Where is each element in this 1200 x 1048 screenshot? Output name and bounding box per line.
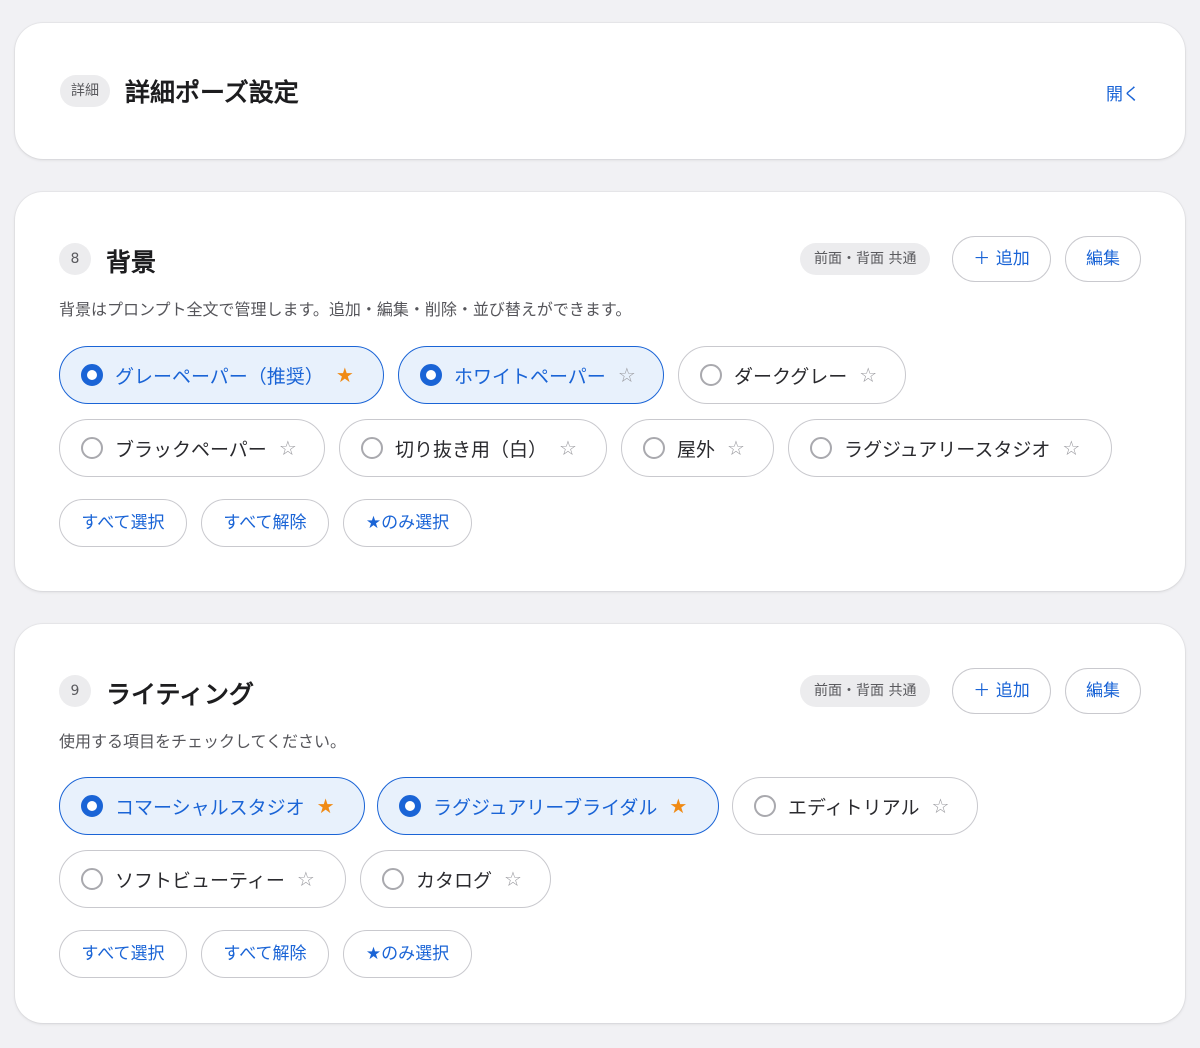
option-chip[interactable]: 屋外 ☆: [621, 419, 774, 477]
option-label: ソフトビューティー: [115, 869, 285, 892]
open-link[interactable]: 開く: [1106, 80, 1140, 105]
option-label: エディトリアル: [788, 796, 920, 819]
add-button[interactable]: ＋ 追加: [952, 236, 1051, 282]
edit-button[interactable]: 編集: [1065, 236, 1141, 282]
star-icon[interactable]: ☆: [931, 794, 949, 818]
lighting-section: 9 ライティング 前面・背面 共通 ＋ 追加 編集 使用する項目をチェックしてく…: [15, 624, 1185, 1023]
radio-icon[interactable]: [361, 437, 383, 459]
radio-icon[interactable]: [700, 364, 722, 386]
section-number: 9: [59, 675, 91, 707]
detail-pose-card: 詳細 詳細ポーズ設定 開く: [15, 23, 1185, 159]
radio-icon[interactable]: [382, 868, 404, 890]
section-title: ライティング: [106, 680, 255, 709]
select-all-button[interactable]: すべて選択: [59, 499, 187, 547]
option-label: ダークグレー: [734, 365, 848, 388]
option-label: ラグジュアリースタジオ: [844, 438, 1051, 461]
radio-icon[interactable]: [81, 795, 103, 817]
detail-title: 詳細ポーズ設定: [125, 78, 299, 107]
option-label: コマーシャルスタジオ: [115, 796, 305, 819]
option-chip[interactable]: カタログ ☆: [360, 850, 551, 908]
option-label: 切り抜き用（白）: [395, 438, 548, 461]
section-number: 8: [59, 243, 91, 275]
option-label: ホワイトペーパー: [454, 365, 606, 388]
radio-icon[interactable]: [399, 795, 421, 817]
option-chip[interactable]: ラグジュアリースタジオ ☆: [788, 419, 1112, 477]
option-chip[interactable]: コマーシャルスタジオ ★: [59, 777, 365, 835]
star-icon[interactable]: ☆: [297, 867, 315, 891]
star-icon[interactable]: ★: [317, 794, 335, 818]
option-chip[interactable]: ダークグレー ☆: [678, 346, 906, 404]
star-icon[interactable]: ☆: [559, 436, 577, 460]
star-icon[interactable]: ★: [669, 794, 687, 818]
star-icon[interactable]: ☆: [279, 436, 297, 460]
option-chip[interactable]: エディトリアル ☆: [732, 777, 978, 835]
star-icon[interactable]: ☆: [1062, 436, 1080, 460]
option-label: ブラックペーパー: [115, 438, 267, 461]
option-label: ラグジュアリーブライダル: [433, 796, 658, 819]
radio-icon[interactable]: [643, 437, 665, 459]
radio-icon[interactable]: [81, 437, 103, 459]
select-all-button[interactable]: すべて選択: [59, 930, 187, 978]
radio-icon[interactable]: [81, 868, 103, 890]
star-icon[interactable]: ☆: [727, 436, 745, 460]
radio-icon[interactable]: [81, 364, 103, 386]
background-section: 8 背景 前面・背面 共通 ＋ 追加 編集 背景はプロンプト全文で管理します。追…: [15, 192, 1185, 591]
deselect-all-button[interactable]: すべて解除: [201, 499, 329, 547]
radio-icon[interactable]: [810, 437, 832, 459]
option-chip[interactable]: グレーペーパー（推奨） ★: [59, 346, 384, 404]
deselect-all-button[interactable]: すべて解除: [201, 930, 329, 978]
section-description: 使用する項目をチェックしてください。: [59, 732, 347, 751]
select-starred-button[interactable]: ★のみ選択: [343, 930, 472, 978]
scope-tag: 前面・背面 共通: [800, 675, 931, 707]
radio-icon[interactable]: [420, 364, 442, 386]
option-chip[interactable]: ソフトビューティー ☆: [59, 850, 346, 908]
radio-icon[interactable]: [754, 795, 776, 817]
star-icon[interactable]: ★: [336, 363, 354, 387]
option-chip[interactable]: ホワイトペーパー ☆: [398, 346, 664, 404]
option-label: グレーペーパー（推奨）: [115, 365, 324, 388]
add-button[interactable]: ＋ 追加: [952, 668, 1051, 714]
detail-badge: 詳細: [60, 75, 110, 107]
edit-button[interactable]: 編集: [1065, 668, 1141, 714]
star-icon[interactable]: ☆: [618, 363, 636, 387]
option-label: カタログ: [416, 869, 493, 892]
section-description: 背景はプロンプト全文で管理します。追加・編集・削除・並び替えができます。: [59, 300, 632, 319]
option-chip[interactable]: ラグジュアリーブライダル ★: [377, 777, 719, 835]
select-starred-button[interactable]: ★のみ選択: [343, 499, 472, 547]
star-icon[interactable]: ☆: [859, 363, 877, 387]
section-title: 背景: [106, 248, 157, 277]
option-chip[interactable]: 切り抜き用（白） ☆: [339, 419, 607, 477]
star-icon[interactable]: ☆: [504, 867, 522, 891]
option-chip[interactable]: ブラックペーパー ☆: [59, 419, 325, 477]
option-label: 屋外: [677, 438, 716, 461]
scope-tag: 前面・背面 共通: [800, 243, 931, 275]
